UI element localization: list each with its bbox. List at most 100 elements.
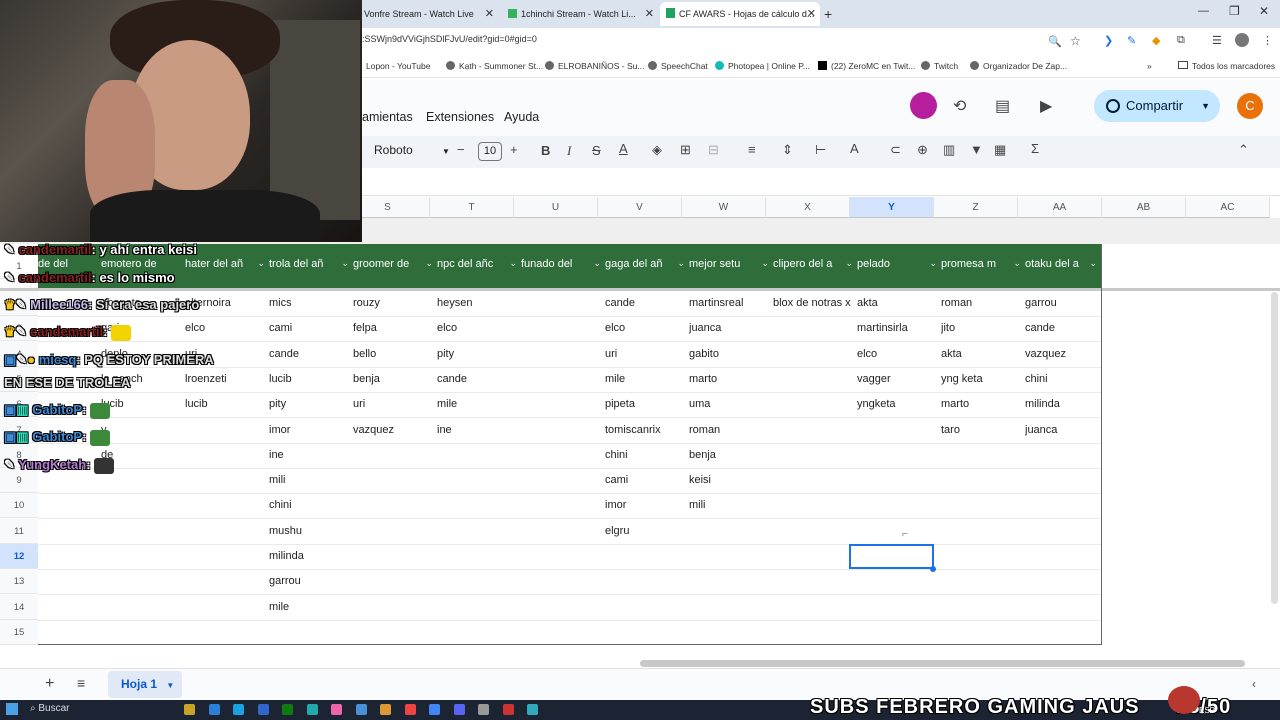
column-header-ab[interactable]: AB [1102,197,1186,218]
table-cell[interactable]: roman [941,291,1021,316]
table-cell[interactable]: rouzy [353,291,433,316]
table-cell[interactable]: uri [353,392,433,417]
table-cell[interactable]: marto [941,392,1021,417]
table-view-icon[interactable]: ▦ [994,142,1006,158]
strikethrough-icon[interactable]: S [592,143,601,158]
table-cell[interactable]: lroenzeti [185,367,265,392]
taskbar-app-icon[interactable] [355,704,367,715]
taskbar-app-icon[interactable] [331,704,342,715]
link-icon[interactable]: ⊂ [890,142,901,158]
meet-icon[interactable]: ▶ [1040,96,1052,116]
table-cell[interactable]: blox de notras x [773,291,853,316]
wrap-icon[interactable]: ⊢ [815,142,826,158]
table-cell[interactable]: pity [269,392,349,417]
taskbar-app-icon[interactable] [257,704,269,715]
column-header-aa[interactable]: AA [1018,197,1102,218]
table-cell[interactable]: akta [941,342,1021,367]
row-number[interactable]: 11 [0,518,38,544]
table-cell[interactable]: roman [689,418,769,443]
table-cell[interactable]: milinda [269,544,349,569]
table-cell[interactable]: bello [353,342,433,367]
table-cell[interactable]: mili [269,468,349,493]
taskbar-app-icon[interactable] [429,704,440,715]
vertical-align-icon[interactable]: ⇕ [782,142,793,158]
chevron-down-icon[interactable]: ⌄ [1013,258,1021,269]
header-cell[interactable]: hater del añ ⌄ [185,258,265,274]
table-cell[interactable]: chini [605,443,685,468]
bookmark-item[interactable]: SpeechChat [648,61,708,71]
new-tab-icon[interactable]: + [824,6,832,22]
add-sheet-icon[interactable]: + [45,675,54,693]
table-cell[interactable]: elco [857,342,937,367]
table-cell[interactable]: uma [689,392,769,417]
horizontal-scrollbar[interactable] [640,660,1245,667]
table-cell[interactable]: uri [605,342,685,367]
table-cell[interactable]: chini [269,493,349,518]
text-color-icon[interactable]: A [619,141,628,156]
table-cell[interactable]: elco [437,316,517,341]
table-cell[interactable]: cande [437,367,517,392]
column-header-ac[interactable]: AC [1186,197,1270,218]
tab-cf-awars[interactable]: CF AWARS - Hojas de cálculo d... ✕ [660,2,820,26]
column-header-x[interactable]: X [766,197,850,218]
header-cell[interactable]: funado del ⌄ [521,258,601,274]
table-cell[interactable]: cande [269,342,349,367]
bookmark-item[interactable]: Kạth - Summoner St... [446,61,543,71]
chevron-down-icon[interactable]: ⌄ [593,258,601,269]
taskbar-app-icon[interactable] [282,704,293,715]
table-cell[interactable]: cami [605,468,685,493]
window-close-icon[interactable]: ✕ [1259,4,1269,18]
header-cell[interactable]: promesa m ⌄ [941,258,1021,274]
row-number[interactable]: 15 [0,619,38,645]
table-cell[interactable]: mushu [269,519,349,544]
all-sheets-icon[interactable]: ≡ [77,675,85,691]
table-cell[interactable]: vazquez [353,418,433,443]
table-cell[interactable]: akta [857,291,937,316]
table-cell[interactable]: vazquez [1025,342,1105,367]
table-cell[interactable]: gabito [689,342,769,367]
minimize-icon[interactable]: — [1198,5,1209,17]
table-cell[interactable]: juanca [689,316,769,341]
borders-icon[interactable]: ⊞ [680,142,691,158]
bookmark-item[interactable]: Twitch [921,61,958,71]
table-cell[interactable]: lucib [269,367,349,392]
column-header-w[interactable]: W [682,197,766,218]
chevron-down-icon[interactable]: ⌄ [425,258,433,269]
table-cell[interactable]: mili [689,493,769,518]
bookmark-item[interactable]: Lopon - YouTube [366,61,430,71]
close-icon[interactable]: ✕ [645,2,654,26]
table-cell[interactable]: keisi [689,468,769,493]
bookmark-item[interactable]: Photopea | Online P... [715,61,810,71]
table-cell[interactable]: cande [1025,316,1105,341]
fill-color-icon[interactable]: ◈ [652,142,662,158]
table-cell[interactable]: felpa [353,316,433,341]
profile-avatar[interactable] [1235,33,1249,47]
filter-icon[interactable]: ▼ [970,142,983,157]
header-cell[interactable]: trola del añ ⌄ [269,258,349,274]
bookmark-item[interactable]: ELROBANIÑOS - Su... [545,61,644,71]
header-cell[interactable]: pelado ⌄ [857,258,937,274]
row-number[interactable]: 13 [0,569,38,595]
chevron-down-icon[interactable]: ⌄ [845,258,853,269]
url-field[interactable]: :SSWjn9dVViGjhSDlFJvU/edit?gid=0#gid=0 [362,34,537,44]
collapse-menu-icon[interactable]: ⌃ [1238,142,1249,158]
table-cell[interactable]: tomiscanrix [605,418,685,443]
taskbar-app-icon[interactable] [478,704,489,715]
table-cell[interactable]: vagger [857,367,937,392]
extension-icon[interactable]: ◆ [1152,34,1160,47]
taskbar-app-icon[interactable] [453,704,465,715]
bookmarks-overflow-icon[interactable]: » [1147,61,1152,71]
insert-comment-icon[interactable]: ⊕ [917,142,928,158]
avatar[interactable]: C [1237,93,1263,119]
menu-herramientas[interactable]: amientas [362,110,413,124]
table-cell[interactable]: mile [269,595,349,620]
taskbar-app-icon[interactable] [208,704,220,715]
table-cell[interactable]: elco [605,316,685,341]
close-icon[interactable]: ✕ [807,2,816,26]
table-cell[interactable]: mics [269,291,349,316]
taskbar-app-icon[interactable] [184,704,195,715]
table-cell[interactable]: mile [605,367,685,392]
row-number[interactable]: 12 [0,544,38,569]
taskbar-app-icon[interactable] [233,704,244,715]
bookmark-item[interactable]: (22) ZeroMC en Twit... [818,61,915,71]
